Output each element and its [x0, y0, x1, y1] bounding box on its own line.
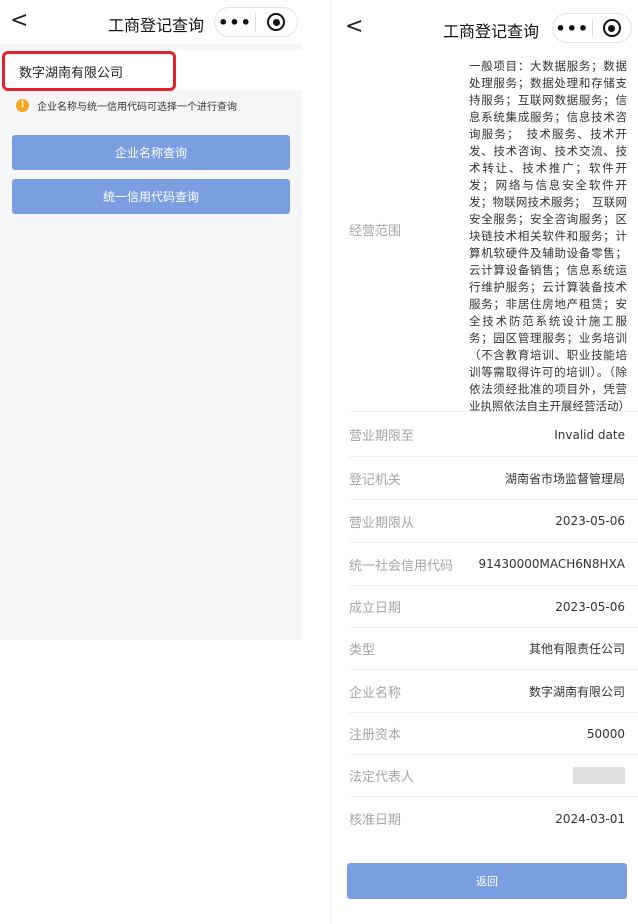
page-title: 工商登记查询 — [108, 16, 205, 35]
business-scope-row: 经营范围 一般项目：大数据服务；数据处理服务；数据处理和存储支持服务；互联网数据… — [349, 44, 638, 413]
back-arrow-icon[interactable]: < — [10, 10, 28, 32]
result-screen: < 工商登记查询 ••• 经营范围 一般项目：大数据服务；数据处理服务；数据处理… — [330, 0, 638, 924]
more-icon[interactable]: ••• — [553, 19, 592, 38]
warning-icon: ! — [16, 99, 29, 112]
field-label: 经营范围 — [349, 224, 402, 239]
back-arrow-icon[interactable]: < — [345, 16, 363, 38]
field-row: 营业期限至 Invalid date — [349, 413, 638, 457]
field-label: 类型 — [349, 643, 376, 658]
close-target-icon[interactable] — [256, 13, 296, 31]
hint-text: 企业名称与统一信用代码可选择一个进行查询 — [37, 102, 237, 113]
field-row: 成立日期 2023-05-06 — [349, 586, 638, 628]
field-value: 其他有限责任公司 — [528, 642, 625, 656]
page-background — [0, 44, 302, 640]
field-label: 登记机关 — [349, 472, 402, 488]
field-value: 湖南省市场监督管理局 — [504, 471, 625, 486]
field-label: 营业期限至 — [349, 429, 415, 444]
field-row: 核准日期 2024-03-01 — [349, 797, 638, 840]
field-value: 2024-03-01 — [555, 811, 625, 826]
business-scope-text: 一般项目：大数据服务；数据处理服务；数据处理和存储支持服务；互联网数据服务；信息… — [469, 59, 630, 413]
field-label: 注册资本 — [349, 728, 402, 743]
return-button[interactable]: 返回 — [347, 863, 627, 899]
field-label: 成立日期 — [349, 601, 402, 616]
search-by-name-button[interactable]: 企业名称查询 — [12, 135, 290, 170]
field-row: 统一社会信用代码 91430000MACH6N8HXA — [349, 543, 638, 586]
field-value: 50000 — [586, 726, 625, 741]
company-search-input[interactable] — [2, 51, 176, 91]
search-hint: ! 企业名称与统一信用代码可选择一个进行查询 — [16, 98, 237, 113]
search-by-code-button[interactable]: 统一信用代码查询 — [12, 179, 290, 214]
redacted-value — [573, 767, 625, 784]
field-label: 统一社会信用代码 — [349, 558, 454, 574]
field-value: Invalid date — [554, 427, 625, 442]
field-row: 登记机关 湖南省市场监督管理局 — [349, 457, 638, 500]
nav-bar: < 工商登记查询 ••• — [0, 0, 302, 44]
page-title: 工商登记查询 — [443, 22, 540, 41]
mini-program-capsule: ••• — [552, 13, 632, 43]
nav-bar: < 工商登记查询 ••• — [331, 0, 638, 44]
field-row: 法定代表人 — [349, 755, 638, 797]
search-screen: < 工商登记查询 ••• ! 企业名称与统一信用代码可选择一个进行查询 企业名称… — [0, 0, 302, 924]
field-label: 营业期限从 — [349, 515, 415, 531]
search-bar — [0, 50, 302, 91]
field-label: 核准日期 — [349, 813, 402, 828]
field-label: 法定代表人 — [349, 770, 415, 785]
field-row: 企业名称 数字湖南有限公司 — [349, 670, 638, 713]
field-value: 2023-05-06 — [555, 599, 625, 614]
field-row: 类型 其他有限责任公司 — [349, 628, 638, 670]
field-row: 营业期限从 2023-05-06 — [349, 500, 638, 543]
field-value: 2023-05-06 — [555, 514, 625, 528]
field-value: 91430000MACH6N8HXA — [478, 557, 625, 571]
field-label: 企业名称 — [349, 685, 402, 701]
mini-program-capsule: ••• — [214, 7, 298, 37]
close-target-icon[interactable] — [592, 19, 631, 37]
field-value: 数字湖南有限公司 — [528, 684, 625, 699]
more-icon[interactable]: ••• — [215, 13, 255, 32]
field-row: 注册资本 50000 — [349, 713, 638, 755]
